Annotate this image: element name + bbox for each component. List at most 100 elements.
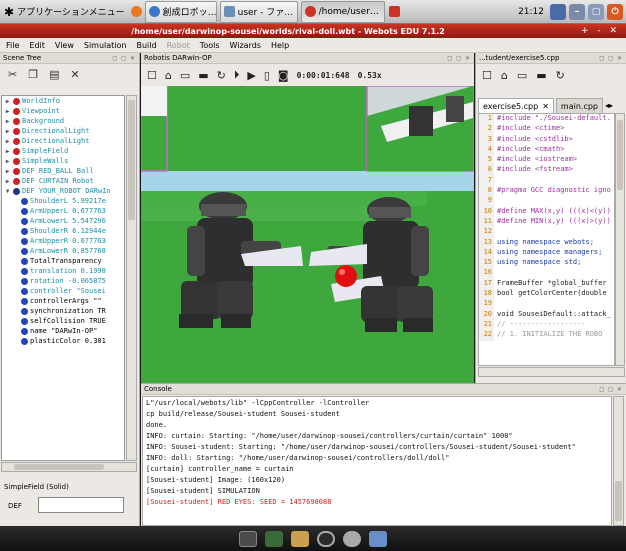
tree-node[interactable]: ShoulderR 6.12944e — [2, 226, 124, 236]
screenshot-icon[interactable]: ◙ — [278, 69, 289, 82]
dock-browser-icon[interactable] — [343, 530, 361, 547]
tab-main-cpp[interactable]: main.cpp — [555, 98, 603, 113]
code-line: 18 bool getColorCenter(double — [479, 289, 614, 300]
open-file-icon[interactable]: ⌂ — [501, 69, 508, 82]
tree-node[interactable]: ▶ Viewpoint — [2, 106, 124, 116]
new-file-icon[interactable]: ☐ — [482, 69, 492, 82]
tree-node[interactable]: ArmUpperL 0.677763 — [2, 206, 124, 216]
tree-node[interactable]: ▶ DEF CURTAIN Robot — [2, 176, 124, 186]
expand-arrow-icon[interactable]: ▶ — [4, 98, 11, 105]
minimize-all-icon[interactable]: – — [569, 3, 585, 20]
record-video-icon[interactable]: ▯ — [264, 69, 270, 82]
code-vscrollbar[interactable] — [615, 113, 625, 366]
taskbar-window-webots[interactable]: /home/user… — [300, 0, 385, 23]
menu-wizards[interactable]: Wizards — [230, 41, 261, 50]
expand-arrow-icon[interactable]: ▶ — [4, 118, 11, 125]
run-icon[interactable]: ▶ — [247, 69, 255, 82]
tree-node[interactable]: ▶ Background — [2, 116, 124, 126]
tab-exercise5-cpp[interactable]: exercise5.cpp ✕ — [478, 98, 554, 113]
paste-icon[interactable]: ▤ — [49, 68, 59, 81]
reload-icon[interactable]: ↻ — [556, 69, 565, 82]
console-output[interactable]: L"/usr/local/webots/lib" -lCppController… — [142, 396, 612, 526]
dock-search-icon[interactable] — [317, 530, 335, 547]
tree-node[interactable]: name "DARwIn-OP" — [2, 326, 124, 336]
menu-simulation[interactable]: Simulation — [84, 41, 127, 50]
menu-edit[interactable]: Edit — [29, 41, 45, 50]
tree-node[interactable]: ▶ DEF RED_BALL Ball — [2, 166, 124, 176]
code-text: #pragma GCC diagnostic igno — [497, 186, 611, 195]
tree-node[interactable]: controller "Sousei — [2, 286, 124, 296]
dock-files-icon[interactable] — [291, 530, 309, 547]
tree-node[interactable]: selfCollision TRUE — [2, 316, 124, 326]
scene-tree-vscrollbar[interactable] — [126, 95, 137, 461]
expand-arrow-icon[interactable]: ▶ — [4, 108, 11, 115]
tree-node[interactable]: TotalTransparency — [2, 256, 124, 266]
tree-node[interactable]: plasticColor 0.301 — [2, 336, 124, 346]
scene-tree-hscrollbar[interactable] — [1, 462, 137, 472]
dock-terminal-icon[interactable] — [239, 530, 257, 547]
panel-buttons-icon[interactable]: ◻ ◻ ✕ — [599, 386, 623, 393]
expand-arrow-icon[interactable]: ▶ — [4, 168, 11, 175]
tree-node[interactable]: ▶ DirectionalLight — [2, 136, 124, 146]
tree-node[interactable]: ▶ SimpleWalls — [2, 156, 124, 166]
delete-icon[interactable]: ✕ — [71, 68, 80, 81]
node-type-icon — [21, 277, 28, 285]
save-world-icon[interactable]: ▭ — [180, 69, 190, 82]
dock-folder-icon[interactable] — [369, 530, 387, 547]
menu-build[interactable]: Build — [137, 41, 157, 50]
line-number: 10 — [479, 206, 494, 217]
tree-node[interactable]: controllerArgs "" — [2, 296, 124, 306]
tree-node[interactable]: ▶ WorldInfo — [2, 96, 124, 106]
code-hscrollbar[interactable] — [478, 367, 625, 377]
expand-arrow-icon[interactable]: ▶ — [4, 158, 11, 165]
expand-arrow-icon[interactable]: ▶ — [4, 148, 11, 155]
tree-node[interactable]: ▼ DEF YOUR_ROBOT DARwIn — [2, 186, 124, 196]
tab-scroll-icon[interactable]: ◂▸ — [605, 101, 613, 110]
tree-node[interactable]: rotation -0.065875 — [2, 276, 124, 286]
tree-node[interactable]: ▶ DirectionalLight — [2, 126, 124, 136]
console-vscrollbar[interactable] — [613, 396, 624, 526]
tree-node[interactable]: synchronization TR — [2, 306, 124, 316]
tree-node[interactable]: translation 0.1998 — [2, 266, 124, 276]
close-tab-icon[interactable]: ✕ — [542, 102, 549, 111]
step-icon[interactable]: ⏵ — [234, 68, 240, 82]
applications-menu[interactable]: ✱ アプリケーションメニュー — [0, 2, 129, 22]
taskbar-window-files[interactable]: user - ファ… — [219, 0, 298, 23]
save-all-icon[interactable]: ▬ — [536, 69, 546, 82]
panel-buttons-icon[interactable]: ◻ ◻ ✕ — [447, 55, 471, 62]
menu-file[interactable]: File — [6, 41, 19, 50]
def-input[interactable] — [38, 497, 124, 513]
revert-icon[interactable]: ↻ — [217, 69, 226, 82]
network-icon[interactable] — [550, 3, 566, 20]
cut-icon[interactable]: ✂ — [8, 68, 17, 81]
menu-tools[interactable]: Tools — [200, 41, 220, 50]
window-list-icon[interactable]: ▢ — [588, 3, 604, 20]
tree-node[interactable]: ArmLowerL 5.547296 — [2, 216, 124, 226]
expand-arrow-icon[interactable]: ▶ — [4, 128, 11, 135]
collapse-arrow-icon[interactable]: ▼ — [4, 188, 11, 195]
dock-editor-icon[interactable] — [265, 530, 283, 547]
code-area[interactable]: 1 #include "./Sousei-default. 2 #include <c… — [478, 113, 615, 366]
tree-node[interactable]: ArmUpperR 0.677763 — [2, 236, 124, 246]
panel-buttons-icon[interactable]: ◻ ◻ ✕ — [112, 55, 136, 62]
menu-view[interactable]: View — [55, 41, 74, 50]
scene-tree[interactable]: ▶ WorldInfo ▶ Viewpoint ▶ Background ▶ Directio… — [1, 95, 125, 461]
copy-icon[interactable]: ❐ — [28, 68, 38, 81]
taskbar-window-browser[interactable]: 創成ロボッ… — [144, 0, 217, 23]
firefox-launcher-icon[interactable] — [130, 6, 142, 17]
webots-small-icon[interactable] — [388, 6, 400, 17]
tree-node[interactable]: ▶ SimpleField — [2, 146, 124, 156]
new-world-icon[interactable]: ☐ — [147, 69, 157, 82]
window-controls[interactable]: + - ✕ — [576, 26, 626, 36]
save-file-icon[interactable]: ▭ — [517, 69, 527, 82]
open-world-icon[interactable]: ⌂ — [165, 69, 172, 82]
3d-scene[interactable] — [141, 86, 474, 383]
tree-node[interactable]: ShoulderL 5.99217e — [2, 196, 124, 206]
panel-buttons-icon[interactable]: ◻ ◻ ✕ — [599, 55, 623, 62]
expand-arrow-icon[interactable]: ▶ — [4, 138, 11, 145]
menu-help[interactable]: Help — [271, 41, 289, 50]
power-icon[interactable]: ⏻ — [607, 3, 623, 20]
tree-node[interactable]: ArmLowerR 0.857768 — [2, 246, 124, 256]
expand-arrow-icon[interactable]: ▶ — [4, 178, 11, 185]
save-as-icon[interactable]: ▬ — [198, 69, 208, 82]
